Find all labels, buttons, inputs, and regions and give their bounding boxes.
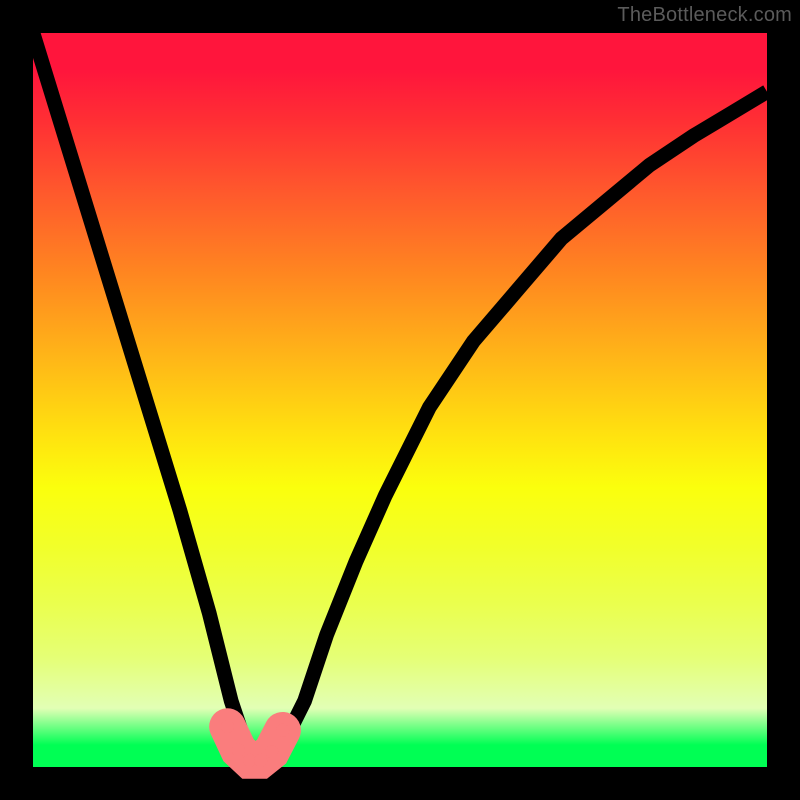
watermark-text: TheBottleneck.com <box>617 4 792 27</box>
marker-dot <box>232 744 245 757</box>
bottleneck-curve <box>33 33 767 760</box>
chart-svg <box>33 33 767 767</box>
chart-frame: TheBottleneck.com <box>0 0 800 800</box>
marker-dot <box>254 754 267 767</box>
marker-dot <box>221 720 234 733</box>
marker-dot <box>265 745 278 758</box>
plot-area <box>33 33 767 767</box>
marker-dot <box>276 724 289 737</box>
